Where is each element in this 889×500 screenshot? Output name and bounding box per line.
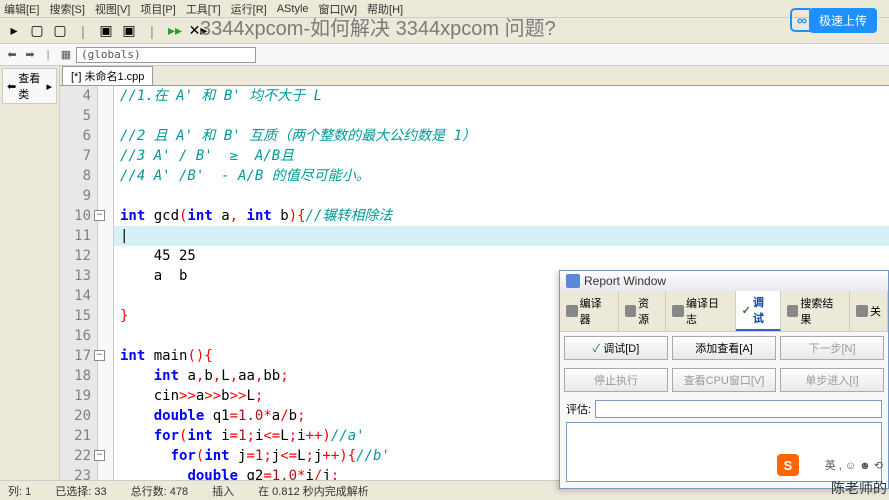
forward-icon[interactable]: ➡ xyxy=(22,47,38,63)
tab-icon xyxy=(672,305,684,317)
view-class-tab[interactable]: ⬅ 查看类 ▸ xyxy=(2,68,57,104)
chevron-right-icon: ▸ xyxy=(46,80,52,93)
side-panel: ⬅ 查看类 ▸ xyxy=(0,66,60,480)
back-icon[interactable]: ⬅ xyxy=(4,47,20,63)
upload-button[interactable]: 极速上传 xyxy=(809,8,877,33)
tool-icon[interactable]: ▣ xyxy=(96,21,116,41)
code-line[interactable]: //2 且 A' 和 B' 互质（两个整数的最大公约数是 1） xyxy=(114,126,889,146)
code-line[interactable]: | xyxy=(114,226,889,246)
tool-icon[interactable]: ▢ xyxy=(27,21,47,41)
menu-item[interactable]: 编辑[E] xyxy=(4,1,39,17)
chevron-left-icon: ⬅ xyxy=(7,80,16,93)
eval-label: 评估: xyxy=(566,401,591,417)
report-tab[interactable]: 编译器 xyxy=(560,291,619,331)
report-tab[interactable]: 资源 xyxy=(619,291,667,331)
code-line[interactable]: 45 25 xyxy=(114,246,889,266)
nav-row: ⬅ ➡ | ▦ (globals) xyxy=(0,44,889,66)
fold-icon[interactable]: − xyxy=(94,450,105,461)
eval-input[interactable] xyxy=(595,400,882,418)
menu-item[interactable]: 搜索[S] xyxy=(49,1,84,17)
report-action-button: 停止执行 xyxy=(564,368,668,392)
tab-icon xyxy=(787,305,799,317)
tool-icon[interactable]: ▸ xyxy=(4,21,24,41)
check-icon: ✓ xyxy=(593,343,601,355)
tab-icon xyxy=(566,305,578,317)
teacher-label: 陈老师的 xyxy=(831,478,887,498)
check-icon: ✓ xyxy=(742,304,751,317)
report-tab[interactable]: 搜索结果 xyxy=(781,291,850,331)
code-line[interactable]: int gcd(int a, int b){//辗转相除法 xyxy=(114,206,889,226)
report-icon xyxy=(566,274,580,288)
code-line[interactable]: //3 A' / B' ≥ A/B且 xyxy=(114,146,889,166)
report-action-button[interactable]: ✓ 调试[D] xyxy=(564,336,668,360)
ime-icon[interactable]: S xyxy=(777,454,799,476)
tab-icon xyxy=(625,305,637,317)
report-title: Report Window xyxy=(560,271,888,291)
overlay-title: 3344xpcom-如何解决 3344xpcom 问题? xyxy=(200,12,556,41)
file-tabs: [*] 未命名1.cpp xyxy=(60,66,889,86)
run-icon[interactable]: ▸▸ xyxy=(165,21,185,41)
tool-icon[interactable]: ▣ xyxy=(119,21,139,41)
fold-icon[interactable]: − xyxy=(94,350,105,361)
report-action-button: 下一步[N] xyxy=(780,336,884,360)
report-action-button[interactable]: 添加查看[A] xyxy=(672,336,776,360)
globals-select[interactable]: (globals) xyxy=(76,47,256,63)
code-line[interactable]: //4 A' /B' - A/B 的值尽可能小。 xyxy=(114,166,889,186)
code-line[interactable] xyxy=(114,186,889,206)
tool-icon[interactable]: ▢ xyxy=(50,21,70,41)
tab-icon xyxy=(856,305,868,317)
menu-item[interactable]: 项目[P] xyxy=(140,1,175,17)
report-tab[interactable]: 编译日志 xyxy=(666,291,735,331)
menu-item[interactable]: 视图[V] xyxy=(95,1,130,17)
file-tab[interactable]: [*] 未命名1.cpp xyxy=(62,66,153,85)
code-line[interactable]: //1.在 A' 和 B' 均不大于 L xyxy=(114,86,889,106)
ime-bar[interactable]: 英 , ☺ ☻ ⟲ xyxy=(825,454,883,476)
fold-icon[interactable]: − xyxy=(94,210,105,221)
report-tab[interactable]: ✓调试 xyxy=(736,291,781,331)
doc-icon[interactable]: ▦ xyxy=(58,47,74,63)
report-tabs: 编译器资源编译日志✓调试搜索结果关 xyxy=(560,291,888,332)
report-action-button: 单步进入[I] xyxy=(780,368,884,392)
report-action-button: 查看CPU窗口[V] xyxy=(672,368,776,392)
code-line[interactable] xyxy=(114,106,889,126)
report-tab[interactable]: 关 xyxy=(850,291,888,331)
